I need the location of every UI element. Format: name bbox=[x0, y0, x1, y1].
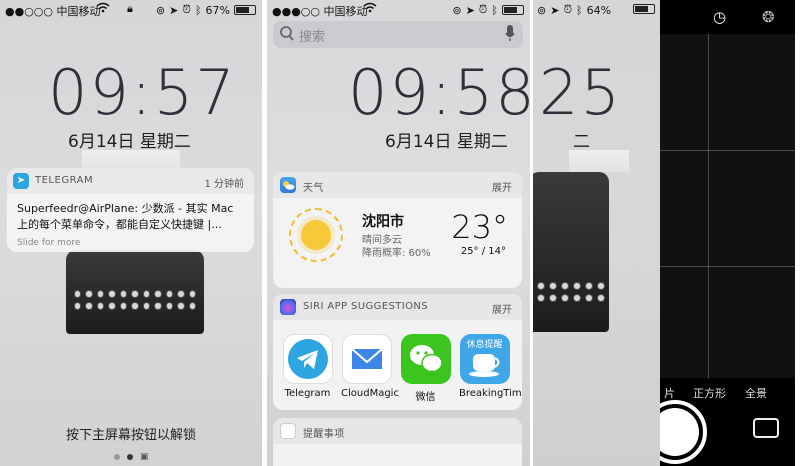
page-dot-active[interactable] bbox=[127, 454, 133, 460]
alarm-icon: ⏰︎ bbox=[182, 3, 191, 16]
sun-icon bbox=[301, 220, 331, 250]
suggested-apps: Telegram CloudMagic 微信 休息提醒 BreakingTime bbox=[282, 334, 522, 403]
alarm-icon: ⏰︎ bbox=[563, 3, 573, 16]
status-bar: ●●○○○ 中国移动 🔒︎ ⊚ ➤ ⏰︎ ᛒ 67% bbox=[0, 0, 262, 20]
partial-time: 25 bbox=[539, 56, 622, 129]
weather-widget-title: 天气 bbox=[303, 183, 324, 194]
notification-body: Superfeedr@AirPlane: 少数派 - 其实 Mac 上的每个菜单… bbox=[7, 194, 254, 252]
weather-city: 沈阳市 bbox=[362, 214, 404, 230]
location-icon: ➤ bbox=[550, 3, 560, 17]
coffee-cup-icon: 休息提醒 bbox=[459, 334, 510, 384]
siri-icon bbox=[280, 299, 296, 315]
reminders-widget-title: 提醒事项 bbox=[303, 429, 345, 440]
app-wechat[interactable]: 微信 bbox=[400, 334, 451, 403]
bluetooth-icon: ᛒ bbox=[194, 3, 202, 17]
battery-percent: 64% bbox=[586, 3, 612, 17]
app-telegram[interactable]: Telegram bbox=[282, 334, 333, 403]
today-view: ●●●○○ 中国移动 ⊚ ➤ ⏰︎ ᛒ 搜索 09:58 6月14日 星期二 天… bbox=[267, 0, 530, 466]
app-cloudmagic[interactable]: CloudMagic bbox=[341, 334, 399, 403]
page-indicator[interactable]: ▣ bbox=[114, 453, 149, 462]
location-icon: ➤ bbox=[169, 3, 179, 17]
search-icon bbox=[279, 24, 295, 46]
search-field[interactable]: 搜索 bbox=[273, 21, 523, 48]
typewriter-image bbox=[533, 172, 609, 332]
weather-widget-header: 天气 展开 bbox=[273, 172, 522, 198]
camera-mode-pano[interactable]: 全景 bbox=[745, 385, 767, 401]
battery-icon bbox=[234, 5, 256, 15]
typewriter-image bbox=[66, 250, 204, 334]
siri-widget-title: SIRI APP SUGGESTIONS bbox=[303, 301, 429, 312]
notification-time: 1 分钟前 bbox=[204, 179, 244, 190]
status-right: ⊚ ➤ ⏰︎ ᛒ 67% bbox=[156, 3, 256, 17]
wifi-icon bbox=[363, 2, 377, 16]
app-label: CloudMagic bbox=[341, 388, 399, 399]
siri-widget-header: SIRI APP SUGGESTIONS 展开 bbox=[273, 294, 522, 320]
lock-time: 09:57 bbox=[48, 56, 237, 129]
siri-suggestions-widget: SIRI APP SUGGESTIONS 展开 Telegram CloudMa… bbox=[273, 294, 522, 410]
telegram-icon bbox=[282, 334, 333, 384]
page-dot[interactable] bbox=[114, 454, 120, 460]
camera-icon[interactable]: ▣ bbox=[140, 453, 149, 462]
app-label: 微信 bbox=[415, 392, 436, 403]
weather-app-icon bbox=[280, 177, 296, 193]
wechat-icon bbox=[400, 334, 451, 384]
carrier-label: ●●●○○ 中国移动 bbox=[272, 5, 368, 18]
search-placeholder: 搜索 bbox=[299, 30, 326, 45]
microphone-icon[interactable] bbox=[505, 24, 515, 46]
notification-header: ➤ TELEGRAM 1 分钟前 bbox=[7, 168, 254, 194]
weather-temperature: 23° bbox=[451, 208, 508, 246]
rotation-lock-icon: ⊚ bbox=[537, 3, 547, 17]
telegram-icon: ➤ bbox=[13, 173, 29, 189]
partial-date: 二 bbox=[573, 132, 590, 152]
bluetooth-icon: ᛒ bbox=[576, 3, 583, 17]
status-bar: ●●●○○ 中国移动 ⊚ ➤ ⏰︎ ᛒ bbox=[267, 0, 530, 20]
carrier-label: ●●○○○ 中国移动 bbox=[5, 5, 101, 18]
camera-mode-square[interactable]: 正方形 bbox=[693, 385, 726, 401]
wifi-icon bbox=[96, 2, 110, 16]
battery-indicator bbox=[633, 4, 655, 14]
weather-rain-chance: 降雨概率: 60% bbox=[362, 248, 431, 259]
reminders-icon bbox=[280, 423, 296, 439]
siri-expand-button[interactable]: 展开 bbox=[492, 301, 512, 316]
app-label: BreakingTime bbox=[459, 388, 522, 399]
timer-icon[interactable]: ◷ bbox=[713, 8, 726, 26]
battery-icon bbox=[502, 5, 524, 15]
status-right: ⊚ ➤ ⏰︎ ᛒ 64% bbox=[537, 3, 611, 17]
mail-envelope-icon bbox=[341, 334, 392, 384]
rotation-lock-icon: ⊚ bbox=[452, 3, 462, 17]
switch-camera-icon[interactable] bbox=[753, 418, 779, 438]
battery-percent: 67% bbox=[205, 3, 230, 17]
status-right: ⊚ ➤ ⏰︎ ᛒ bbox=[452, 3, 524, 17]
telegram-notification[interactable]: ➤ TELEGRAM 1 分钟前 Superfeedr@AirPlane: 少数… bbox=[7, 168, 254, 252]
breakingtime-badge-text: 休息提醒 bbox=[466, 340, 503, 350]
lock-date: 6月14日 星期二 bbox=[68, 132, 191, 152]
unlock-hint: 按下主屏幕按钮以解锁 bbox=[65, 428, 196, 443]
weather-expand-button[interactable]: 展开 bbox=[492, 179, 512, 194]
bluetooth-icon: ᛒ bbox=[491, 3, 498, 17]
today-date: 6月14日 星期二 bbox=[385, 132, 508, 152]
alarm-icon: ⏰︎ bbox=[478, 3, 488, 16]
rotation-lock-icon: ⊚ bbox=[155, 3, 166, 17]
notification-hint: Slide for more bbox=[17, 238, 81, 248]
sliding-lock-layer: ⊚ ➤ ⏰︎ ᛒ 64% 25 二 bbox=[533, 0, 660, 466]
lock-icon: 🔒︎ bbox=[127, 2, 133, 15]
reminders-widget[interactable]: 提醒事项 bbox=[273, 418, 522, 466]
camera-transition-screen: ◷ ❂ 片 正方形 全景 ⊚ ➤ ⏰︎ ᛒ 64% 25 二 bbox=[533, 0, 795, 466]
notification-app-name: TELEGRAM bbox=[35, 175, 94, 186]
location-icon: ➤ bbox=[465, 3, 475, 17]
notification-message: Superfeedr@AirPlane: 少数派 - 其实 Mac 上的每个菜单… bbox=[17, 202, 234, 231]
today-time: 09:58 bbox=[348, 56, 530, 129]
camera-mode-photo[interactable]: 片 bbox=[664, 385, 675, 401]
app-breakingtime[interactable]: 休息提醒 BreakingTime bbox=[459, 334, 522, 403]
app-label: Telegram bbox=[284, 388, 331, 399]
weather-widget[interactable]: 天气 展开 沈阳市 晴间多云 降雨概率: 60% 23° 25° / 14° bbox=[273, 172, 522, 288]
filters-icon[interactable]: ❂ bbox=[762, 8, 775, 26]
lock-screen: ●●○○○ 中国移动 🔒︎ ⊚ ➤ ⏰︎ ᛒ 67% 09:57 6月14日 星… bbox=[0, 0, 262, 466]
weather-range: 25° / 14° bbox=[460, 246, 506, 257]
reminders-widget-header: 提醒事项 bbox=[273, 418, 522, 444]
